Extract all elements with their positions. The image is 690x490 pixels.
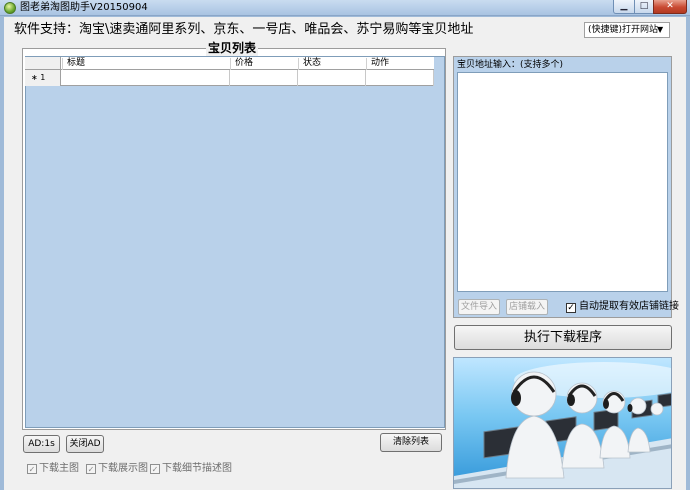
download-main-image-checkbox[interactable]: ✓ <box>27 464 37 474</box>
clear-list-button[interactable]: 清除列表 <box>380 433 442 452</box>
item-list-grid[interactable] <box>25 56 445 428</box>
chevron-down-icon[interactable]: ▼ <box>657 24 663 36</box>
shop-import-button[interactable]: 店铺载入 <box>506 299 548 315</box>
app-icon <box>4 2 16 14</box>
cell-status[interactable] <box>298 70 366 86</box>
url-input-label: 宝贝地址输入：(支持多个) <box>457 60 564 70</box>
row-header: ∗ 1 <box>25 70 61 86</box>
close-window-button[interactable]: ✕ <box>653 0 687 14</box>
download-main-image-label: 下载主图 <box>39 463 79 474</box>
column-header-title[interactable]: 标题 <box>62 58 230 70</box>
maximize-button[interactable]: □ <box>634 0 654 14</box>
cell-action[interactable] <box>366 70 434 86</box>
auto-extract-label: 自动提取有效店铺链接 <box>579 301 679 312</box>
column-header-price[interactable]: 价格 <box>230 58 298 70</box>
download-display-image-checkbox[interactable]: ✓ <box>86 464 96 474</box>
grid-corner <box>25 57 61 70</box>
column-header-status[interactable]: 状态 <box>298 58 366 70</box>
window-title: 图老弟淘图助手V20150904 <box>20 2 148 13</box>
cell-title[interactable] <box>61 70 230 86</box>
new-row-marker: ∗ <box>31 73 38 82</box>
url-textarea[interactable] <box>457 72 668 292</box>
ad-timer-button[interactable]: AD:1s <box>23 435 60 453</box>
support-text: 软件支持：淘宝\速卖通阿里系列、京东、一号店、唯品会、苏宁易购等宝贝地址 <box>14 22 474 37</box>
download-display-image-label: 下载展示图 <box>98 463 148 474</box>
download-detail-image-checkbox[interactable]: ✓ <box>150 464 160 474</box>
cell-price[interactable] <box>230 70 298 86</box>
download-detail-image-label: 下载细节描述图 <box>162 463 232 474</box>
file-import-button[interactable]: 文件导入 <box>458 299 500 315</box>
execute-download-button[interactable]: 执行下载程序 <box>454 325 672 350</box>
row-index: 1 <box>40 73 46 82</box>
column-header-action[interactable]: 动作 <box>366 58 434 70</box>
list-panel-title: 宝贝列表 <box>206 40 259 56</box>
customer-service-illustration <box>454 362 671 488</box>
auto-extract-checkbox[interactable]: ✓ <box>566 303 576 313</box>
close-ad-button[interactable]: 关闭AD <box>66 435 104 453</box>
minimize-button[interactable]: ▁ <box>613 0 635 14</box>
promo-image <box>453 357 672 489</box>
